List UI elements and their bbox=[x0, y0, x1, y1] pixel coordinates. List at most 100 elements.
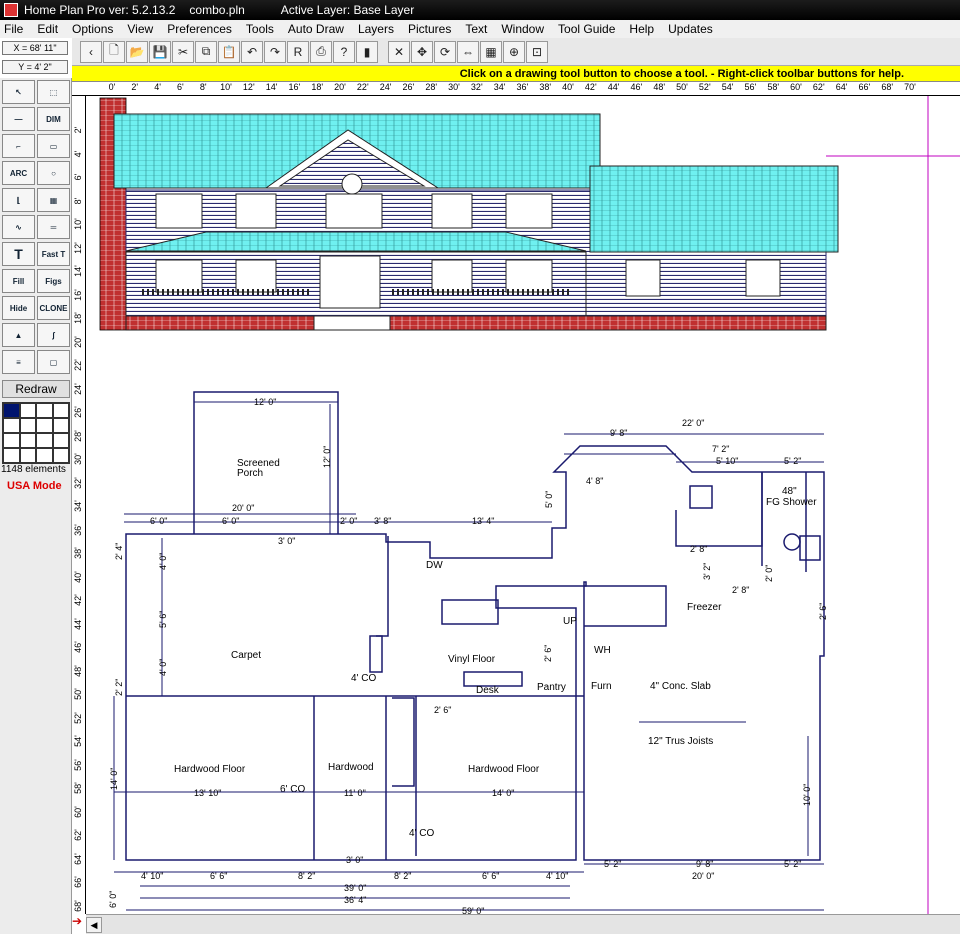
menu-view[interactable]: View bbox=[127, 22, 153, 36]
layer-cell[interactable] bbox=[52, 403, 69, 418]
copy-icon[interactable]: ⧉ bbox=[195, 40, 217, 63]
ruler-tick: 66' bbox=[858, 82, 871, 92]
corner-tool[interactable]: ⌊ bbox=[2, 188, 35, 212]
zoom-icon[interactable]: ⊕ bbox=[503, 40, 525, 63]
ruler-tick: 24' bbox=[379, 82, 392, 92]
dim-5-2b: 5' 2" bbox=[604, 859, 621, 869]
layer-cell[interactable] bbox=[3, 418, 20, 433]
menu-help[interactable]: Help bbox=[629, 22, 654, 36]
dim-3-0a: 3' 0" bbox=[278, 536, 295, 546]
layer-cell[interactable] bbox=[19, 403, 36, 418]
dim-porch-width: 12' 0" bbox=[254, 397, 276, 407]
paste-icon[interactable]: 📋 bbox=[218, 40, 240, 63]
rotate-icon[interactable]: ⟳ bbox=[434, 40, 456, 63]
layer-cell[interactable] bbox=[36, 433, 53, 448]
dim-6b: 6' 0" bbox=[222, 516, 239, 526]
ruler-tick: 54' bbox=[73, 735, 83, 747]
rectangle-tool[interactable]: ▭ bbox=[37, 134, 70, 158]
layer-cell[interactable] bbox=[36, 418, 53, 433]
menu-file[interactable]: File bbox=[4, 22, 23, 36]
menu-tool-guide[interactable]: Tool Guide bbox=[558, 22, 615, 36]
chevron-left-icon[interactable]: ‹ bbox=[80, 40, 102, 63]
print-preview-icon[interactable]: R bbox=[287, 40, 309, 63]
ruler-tick: 28' bbox=[73, 429, 83, 442]
redo-icon[interactable]: ↷ bbox=[264, 40, 286, 63]
layer-cell[interactable] bbox=[19, 433, 36, 448]
cut-icon[interactable]: ✂ bbox=[172, 40, 194, 63]
text-tool[interactable]: T bbox=[2, 242, 35, 266]
menu-layers[interactable]: Layers bbox=[358, 22, 394, 36]
menu-tools[interactable]: Tools bbox=[246, 22, 274, 36]
ruler-tick: 46' bbox=[630, 82, 643, 92]
print-icon[interactable]: ⎙ bbox=[310, 40, 332, 63]
label-joists: 12" Trus Joists bbox=[648, 736, 713, 747]
label-hardwood-1: Hardwood Floor bbox=[174, 764, 246, 775]
circle-tool[interactable]: ○ bbox=[37, 161, 70, 185]
parallel-tool[interactable]: ≡ bbox=[2, 350, 35, 374]
undo-icon[interactable]: ↶ bbox=[241, 40, 263, 63]
line-tool[interactable]: — bbox=[2, 107, 35, 131]
horizontal-scrollbar[interactable]: ◀ bbox=[86, 914, 960, 934]
select-box-tool[interactable]: ⬚ bbox=[37, 80, 70, 104]
layer-cell[interactable] bbox=[52, 433, 69, 448]
menu-options[interactable]: Options bbox=[72, 22, 113, 36]
dim-2-4: 2' 4" bbox=[114, 543, 124, 560]
layer-cell[interactable] bbox=[52, 418, 69, 433]
spline-tool[interactable]: ʃ bbox=[37, 323, 70, 347]
layer-grid[interactable] bbox=[2, 402, 70, 464]
layer-cell[interactable] bbox=[3, 433, 20, 448]
new-icon[interactable]: 🗋 bbox=[103, 40, 125, 63]
drawing-canvas[interactable]: Screened Porch Carpet Vinyl Floor Hardwo… bbox=[86, 96, 960, 914]
fit-icon[interactable]: ⊡ bbox=[526, 40, 548, 63]
menu-window[interactable]: Window bbox=[501, 22, 544, 36]
select-arrow-tool[interactable]: ↖ bbox=[2, 80, 35, 104]
menu-text[interactable]: Text bbox=[465, 22, 487, 36]
fast-text-tool[interactable]: Fast T bbox=[37, 242, 70, 266]
close-book-icon[interactable]: ▮ bbox=[356, 40, 378, 63]
dim-tool[interactable]: DIM bbox=[37, 107, 70, 131]
move-icon[interactable]: ✥ bbox=[411, 40, 433, 63]
menu-auto-draw[interactable]: Auto Draw bbox=[288, 22, 344, 36]
layer-cell[interactable] bbox=[19, 418, 36, 433]
help-icon[interactable]: ? bbox=[333, 40, 355, 63]
figs-tool[interactable]: Figs bbox=[37, 269, 70, 293]
wall-tool[interactable]: ⌐ bbox=[2, 134, 35, 158]
layer-cell[interactable] bbox=[36, 448, 53, 463]
dim-11: 11' 0" bbox=[344, 788, 366, 798]
layer-cell[interactable] bbox=[19, 448, 36, 463]
delete-icon[interactable]: ✕ bbox=[388, 40, 410, 63]
menu-edit[interactable]: Edit bbox=[37, 22, 58, 36]
x-coordinate: X = 68' 11" bbox=[2, 41, 68, 55]
ruler-tick: 60' bbox=[790, 82, 802, 92]
redraw-button[interactable]: Redraw bbox=[2, 380, 70, 398]
ruler-tick: 4' bbox=[73, 150, 83, 157]
save-icon[interactable]: 💾 bbox=[149, 40, 171, 63]
hide-tool[interactable]: Hide bbox=[2, 296, 35, 320]
ruler-tick: 0' bbox=[108, 82, 116, 92]
clone-tool[interactable]: CLONE bbox=[37, 296, 70, 320]
ruler-tick: 6' bbox=[73, 173, 83, 181]
ruler-tick: 12' bbox=[73, 241, 83, 254]
menu-preferences[interactable]: Preferences bbox=[167, 22, 232, 36]
grid-tool[interactable]: ▦ bbox=[37, 188, 70, 212]
scroll-left-icon[interactable]: ◀ bbox=[86, 917, 102, 933]
menu-updates[interactable]: Updates bbox=[668, 22, 713, 36]
app-icon[interactable] bbox=[4, 3, 18, 17]
menu-pictures[interactable]: Pictures bbox=[408, 22, 451, 36]
dim-4a: 4' 0" bbox=[158, 553, 168, 570]
box-tool[interactable]: ▢ bbox=[37, 350, 70, 374]
dim-39: 39' 0" bbox=[344, 883, 366, 893]
layer-cell[interactable] bbox=[36, 403, 53, 418]
fill-tool[interactable]: Fill bbox=[2, 269, 35, 293]
arc-tool[interactable]: ARC bbox=[2, 161, 35, 185]
layer-cell[interactable] bbox=[3, 448, 20, 463]
layer-cell[interactable] bbox=[52, 448, 69, 463]
layer-cell[interactable] bbox=[3, 403, 20, 418]
double-line-tool[interactable]: ═ bbox=[37, 215, 70, 239]
grid-icon[interactable]: ▦ bbox=[480, 40, 502, 63]
mirror-icon[interactable]: ⇔ bbox=[457, 40, 479, 63]
open-icon[interactable]: 📂 bbox=[126, 40, 148, 63]
picture-tool[interactable]: ▲ bbox=[2, 323, 35, 347]
ruler-tick: 64' bbox=[73, 852, 83, 865]
curve-tool[interactable]: ∿ bbox=[2, 215, 35, 239]
